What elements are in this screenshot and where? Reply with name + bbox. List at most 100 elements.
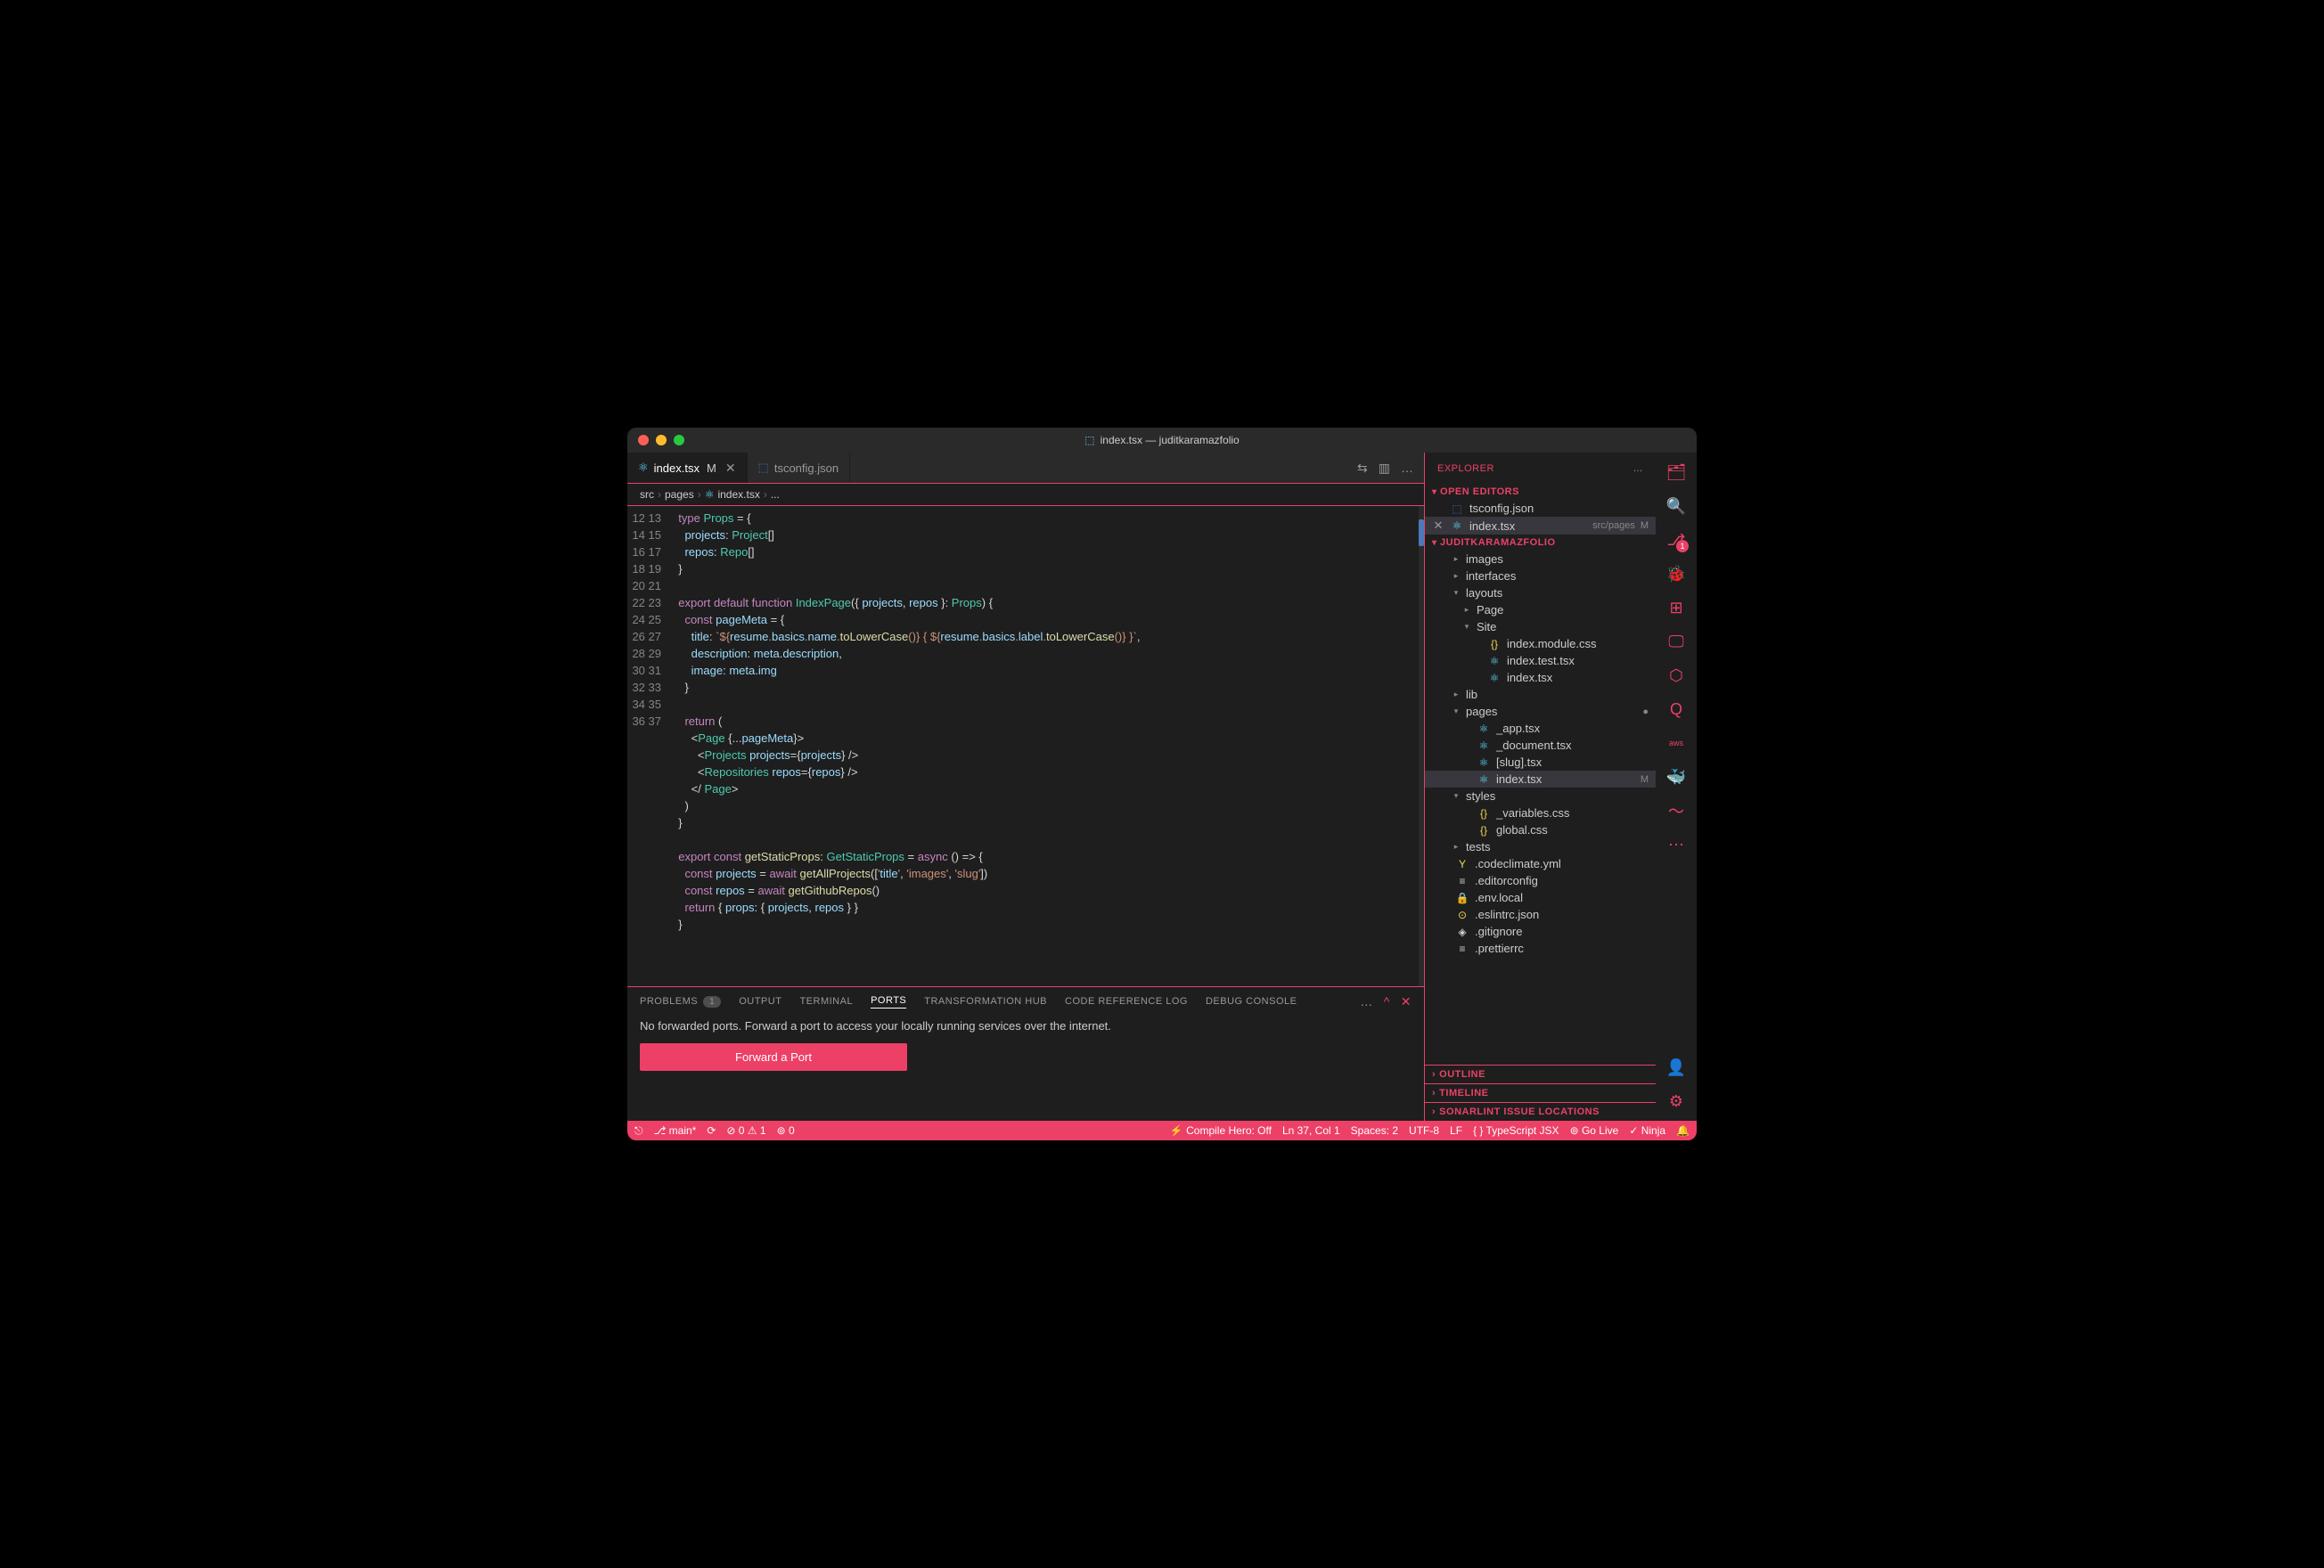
panel-tab-ports[interactable]: PORTS [871,995,906,1009]
file-item[interactable]: Y.codeclimate.yml [1425,855,1656,872]
file-item[interactable]: 🔒.env.local [1425,889,1656,906]
file-item[interactable]: ≡.editorconfig [1425,872,1656,889]
panel-tab-badge: 1 [703,996,721,1008]
open-editor-item[interactable]: ⬚tsconfig.json [1425,500,1656,517]
glyph: 🔍 [1666,497,1686,516]
panel-tab-terminal[interactable]: TERMINAL [799,996,853,1007]
source-control-icon[interactable]: ⎇1 [1665,529,1687,551]
panel-maximize-icon[interactable]: ^ [1384,994,1390,1009]
project-section[interactable]: ▾ JUDITKARAMAZFOLIO [1425,535,1656,551]
breadcrumb-item[interactable]: src [640,488,654,501]
panel-tab-debug-console[interactable]: DEBUG CONSOLE [1206,996,1297,1007]
folder-item[interactable]: ▾pages● [1425,703,1656,720]
breadcrumb-item[interactable]: index.tsx [717,488,759,501]
panel-more-icon[interactable]: … [1360,994,1373,1009]
collapsed-section-sonarlint-issue-locations[interactable]: ›SONARLINT ISSUE LOCATIONS [1425,1102,1656,1121]
open-editor-item[interactable]: ✕⚛index.tsxsrc/pagesM [1425,517,1656,535]
folder-item[interactable]: ▸tests [1425,838,1656,855]
file-item[interactable]: ⚛index.tsxM [1425,771,1656,788]
breadcrumb[interactable]: src›pages›⚛ index.tsx›... [627,484,1424,505]
folder-item[interactable]: ▾Site [1425,618,1656,635]
wave-icon[interactable]: 〜 [1665,800,1687,821]
open-editors-section[interactable]: ▾ OPEN EDITORS [1425,484,1656,500]
panel-close-icon[interactable]: ✕ [1401,994,1412,1009]
editor-tab[interactable]: ⬚tsconfig.json [748,453,851,483]
file-item[interactable]: ⚛[slug].tsx [1425,754,1656,771]
titlebar[interactable]: ⬚ index.tsx — juditkaramazfolio [627,428,1697,453]
status-remote[interactable]: ⎋ [634,1124,643,1138]
editor-tab[interactable]: ⚛index.tsxM✕ [627,453,748,483]
close-window-button[interactable] [638,435,649,445]
hexagon-icon[interactable]: ⬡ [1665,665,1687,686]
extensions-icon[interactable]: ⊞ [1665,597,1687,618]
tab-modified-badge: M [707,461,716,475]
status-encoding[interactable]: UTF-8 [1409,1124,1439,1137]
ellipsis-icon[interactable]: ⋯ [1665,834,1687,855]
file-tree: ▸images▸interfaces▾layouts▸Page▾Site{}in… [1425,551,1656,1065]
status-position[interactable]: Ln 37, Col 1 [1282,1124,1340,1137]
q-icon[interactable]: Q [1665,698,1687,720]
folder-item[interactable]: ▸images [1425,551,1656,568]
collapsed-section-timeline[interactable]: ›TIMELINE [1425,1083,1656,1102]
status-radio[interactable]: ⊚ 0 [777,1124,795,1137]
code-editor[interactable]: 12 13 14 15 16 17 18 19 20 21 22 23 24 2… [627,505,1424,986]
status-ninja[interactable]: ✓ Ninja [1629,1124,1665,1137]
file-item[interactable]: ⚛index.test.tsx [1425,652,1656,669]
settings-icon[interactable]: ⚙ [1665,1090,1687,1112]
folder-item[interactable]: ▸lib [1425,686,1656,703]
file-item[interactable]: ⚛_document.tsx [1425,737,1656,754]
status-eol[interactable]: LF [1450,1124,1462,1137]
file-item[interactable]: ≡.prettierrc [1425,940,1656,957]
status-golive[interactable]: ⊚ Go Live [1570,1124,1619,1137]
folder-item[interactable]: ▾layouts [1425,584,1656,601]
folder-name: layouts [1466,586,1649,600]
folder-item[interactable]: ▾styles [1425,788,1656,804]
close-editor-icon[interactable]: ✕ [1432,519,1444,533]
explorer-more-icon[interactable]: … [1633,463,1644,474]
more-actions-icon[interactable]: … [1401,461,1413,475]
minimap-viewport[interactable] [1419,519,1424,546]
explorer-icon[interactable]: 🗂 [1665,461,1687,483]
status-spaces[interactable]: Spaces: 2 [1351,1124,1398,1137]
file-item[interactable]: ⚛index.tsx [1425,669,1656,686]
status-bell[interactable]: 🔔 [1676,1124,1690,1137]
file-item[interactable]: {}_variables.css [1425,804,1656,821]
folder-item[interactable]: ▸interfaces [1425,568,1656,584]
minimize-window-button[interactable] [656,435,667,445]
folder-item[interactable]: ▸Page [1425,601,1656,618]
code-content[interactable]: type Props = { projects: Project[] repos… [672,506,1424,986]
collapsed-section-outline[interactable]: ›OUTLINE [1425,1065,1656,1083]
breadcrumb-item[interactable]: pages [665,488,694,501]
ports-panel-body: No forwarded ports. Forward a port to ac… [627,1016,1424,1121]
section-title: SONARLINT ISSUE LOCATIONS [1439,1107,1600,1117]
remote-explorer-icon[interactable]: 🖵 [1665,631,1687,652]
file-item[interactable]: {}index.module.css [1425,635,1656,652]
glyph: 🐳 [1666,768,1686,787]
maximize-window-button[interactable] [674,435,684,445]
panel-tab-output[interactable]: OUTPUT [739,996,781,1007]
panel-tab-transformation-hub[interactable]: TRANSFORMATION HUB [924,996,1047,1007]
debug-icon[interactable]: 🐞 [1665,563,1687,584]
file-item[interactable]: ⊙.eslintrc.json [1425,906,1656,923]
status-sync[interactable]: ⟳ [707,1124,716,1137]
split-editor-icon[interactable]: ▥ [1379,461,1390,476]
file-item[interactable]: ⚛_app.tsx [1425,720,1656,737]
search-icon[interactable]: 🔍 [1665,495,1687,517]
collapsed-sections: ›OUTLINE›TIMELINE›SONARLINT ISSUE LOCATI… [1425,1065,1656,1121]
docker-icon[interactable]: 🐳 [1665,766,1687,788]
status-branch[interactable]: ⎇ main* [654,1124,697,1137]
file-item[interactable]: ◈.gitignore [1425,923,1656,940]
minimap[interactable] [1419,506,1424,986]
status-lang[interactable]: { } TypeScript JSX [1473,1124,1559,1137]
status-errors[interactable]: ⊘ 0 ⚠ 1 [726,1124,765,1137]
aws-icon[interactable]: aws [1665,732,1687,754]
diff-icon[interactable]: ⇆ [1357,461,1368,476]
forward-port-button[interactable]: Forward a Port [640,1043,907,1071]
close-tab-icon[interactable]: ✕ [725,461,736,476]
panel-tab-problems[interactable]: PROBLEMS1 [640,996,721,1008]
file-item[interactable]: {}global.css [1425,821,1656,838]
account-icon[interactable]: 👤 [1665,1057,1687,1078]
panel-tab-code-reference-log[interactable]: CODE REFERENCE LOG [1065,996,1188,1007]
breadcrumb-item[interactable]: ... [771,488,780,501]
status-compile[interactable]: ⚡ Compile Hero: Off [1170,1124,1272,1137]
